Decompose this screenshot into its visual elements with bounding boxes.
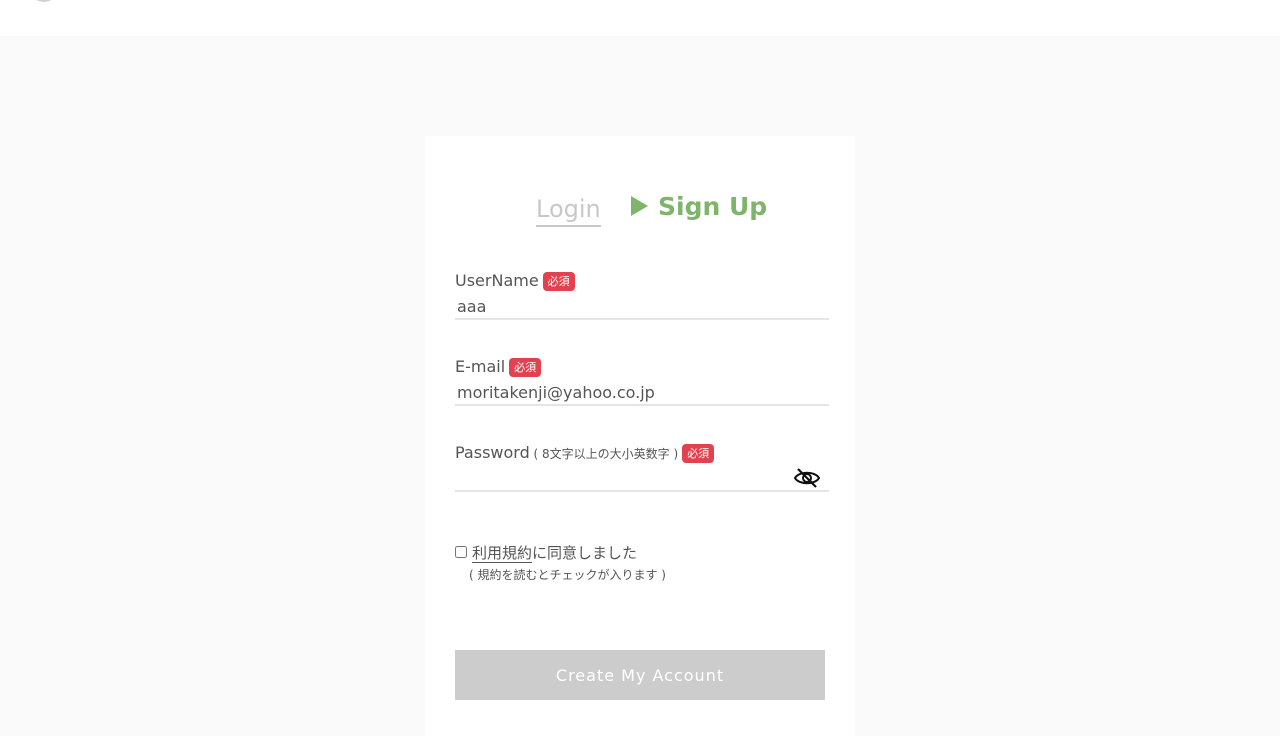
username-input[interactable] — [455, 294, 829, 320]
password-label-row: Password ( 8文字以上の大小英数字 ) 必須 — [455, 442, 829, 464]
play-triangle-icon — [631, 196, 648, 216]
username-field-group: UserName 必須 — [455, 270, 829, 320]
tab-signup-label: Sign Up — [658, 192, 768, 221]
required-badge: 必須 — [682, 444, 715, 463]
terms-hint: ( 規約を読むとチェックが入ります ) — [469, 568, 666, 582]
password-label: Password — [455, 443, 530, 462]
email-field-group: E-mail 必須 — [455, 356, 829, 406]
email-label-row: E-mail 必須 — [455, 356, 829, 378]
tab-signup[interactable]: Sign Up — [631, 191, 767, 223]
create-account-button[interactable]: Create My Account — [455, 650, 825, 700]
username-label-row: UserName 必須 — [455, 270, 829, 292]
top-header — [0, 0, 1280, 36]
logo[interactable] — [30, 0, 58, 2]
email-label: E-mail — [455, 357, 506, 376]
password-input[interactable] — [455, 466, 829, 492]
terms-checkbox[interactable] — [455, 546, 467, 558]
eye-off-icon[interactable] — [793, 466, 821, 490]
terms-agree-text: 利用規約に同意しました — [472, 542, 637, 563]
password-requirement-note: ( 8文字以上の大小英数字 ) — [529, 447, 679, 461]
terms-link[interactable]: 利用規約 — [472, 544, 533, 563]
email-input[interactable] — [455, 380, 829, 406]
terms-agree-label: に同意しました — [532, 544, 638, 562]
required-badge: 必須 — [542, 272, 575, 291]
signup-card: Login Sign Up UserName必須 E-mail必須 Passwo… — [425, 136, 855, 736]
tab-login[interactable]: Login — [536, 193, 601, 227]
username-label: UserName — [455, 271, 539, 290]
auth-tabs: Login Sign Up — [425, 188, 855, 232]
password-input-wrap — [455, 466, 829, 492]
password-field-group: Password ( 8文字以上の大小英数字 ) 必須 — [455, 442, 829, 492]
required-badge: 必須 — [509, 358, 542, 377]
